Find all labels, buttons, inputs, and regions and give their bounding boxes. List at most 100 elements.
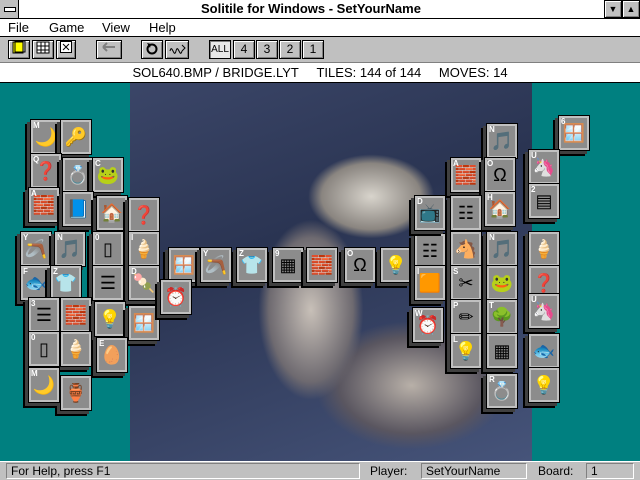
mahjong-tile[interactable]: 🎵 N [54, 231, 86, 267]
mahjong-tile[interactable]: 🍦 [528, 231, 560, 267]
mahjong-tile[interactable]: 🪟 [128, 305, 160, 341]
tile-letter: R [489, 375, 495, 384]
mahjong-tile[interactable]: ▦ 9 [272, 247, 304, 283]
system-menu-button[interactable] [0, 0, 19, 18]
close-board-button[interactable] [56, 40, 76, 59]
mahjong-tile[interactable]: 🧱 [306, 247, 338, 283]
filter-4-button[interactable]: 4 [233, 40, 255, 59]
mahjong-tile[interactable]: 💡 [380, 247, 412, 283]
mahjong-tile[interactable]: 🌙 M [30, 119, 62, 155]
mahjong-tile[interactable]: 🐟 F [20, 265, 52, 301]
mahjong-tile[interactable]: 🐴 [450, 231, 482, 267]
tile-letter: O [487, 159, 494, 168]
tile-letter: L [453, 335, 458, 344]
mahjong-tile[interactable]: 👕 Z [50, 265, 82, 301]
filter-2-button[interactable]: 2 [279, 40, 301, 59]
tile-face-icon: 🍦 [63, 334, 89, 364]
tile-face-icon: ⏰ [163, 282, 189, 312]
tile-letter: E [99, 339, 105, 348]
filter-3-button[interactable]: 3 [256, 40, 278, 59]
tile-letter: Y [203, 249, 209, 258]
menu-file[interactable]: File [8, 20, 29, 35]
grid-button[interactable] [32, 40, 54, 59]
autoplay-button[interactable] [165, 40, 189, 59]
tile-letter: D [417, 197, 423, 206]
mahjong-tile[interactable]: ✂ S [450, 265, 482, 301]
player-label: Player: [370, 464, 408, 478]
mahjong-tile[interactable]: 🍦 I [128, 231, 160, 267]
mahjong-tile[interactable]: 🌙 M [28, 367, 60, 403]
undo-button[interactable] [96, 40, 122, 59]
mahjong-tile[interactable]: 🧱 [60, 297, 92, 333]
mahjong-tile[interactable]: 💍 [62, 157, 94, 193]
mahjong-tile[interactable]: ☰ 3 [28, 297, 60, 333]
mahjong-tile[interactable]: 🐸 [486, 265, 518, 301]
mahjong-tile[interactable]: 🪟 [168, 247, 200, 283]
mahjong-tile[interactable]: 🦄 U [528, 149, 560, 185]
mahjong-tile[interactable]: ☷ [450, 195, 482, 231]
mahjong-tile[interactable]: 💡 [94, 301, 126, 337]
mahjong-tile[interactable]: 🪃 Y [20, 231, 52, 267]
tile-letter: I [417, 267, 420, 276]
mahjong-tile[interactable]: 🦄 U [528, 293, 560, 329]
mahjong-tile[interactable]: ⏰ [160, 279, 192, 315]
mahjong-tile[interactable]: 🏠 [96, 195, 128, 231]
tile-letter: H [487, 193, 493, 202]
mahjong-tile[interactable]: ☷ [414, 233, 446, 269]
mahjong-tile[interactable]: 🍡 D [128, 265, 160, 301]
maximize-button[interactable]: ▲ [622, 0, 640, 18]
tile-letter: 9 [275, 249, 280, 258]
mahjong-tile[interactable]: 🎵 N [486, 231, 518, 267]
mahjong-tile[interactable]: ☰ [92, 265, 124, 301]
tile-letter: M [33, 121, 40, 130]
mahjong-tile[interactable]: ΩO [344, 247, 376, 283]
mahjong-tile[interactable]: 🍦 [60, 331, 92, 367]
filter-1-button[interactable]: 1 [302, 40, 324, 59]
mahjong-tile[interactable]: 🌳 T [486, 299, 518, 335]
menu-view[interactable]: View [102, 20, 130, 35]
game-info-bar: SOL640.BMP / BRIDGE.LYT TILES: 144 of 14… [0, 63, 640, 83]
new-game-button[interactable] [8, 40, 30, 59]
menu-game[interactable]: Game [49, 20, 84, 35]
mahjong-tile[interactable]: 🟧 I [414, 265, 446, 301]
mahjong-tile[interactable]: 🧱 A [28, 187, 60, 223]
mahjong-tile[interactable]: 🐟 [528, 333, 560, 369]
layout-files: SOL640.BMP / BRIDGE.LYT [132, 65, 299, 80]
mahjong-tile[interactable]: 🧱 A [450, 157, 482, 193]
restart-button[interactable] [141, 40, 163, 59]
mahjong-tile[interactable]: ▯ 0 [92, 231, 124, 267]
tile-letter: N [57, 233, 63, 242]
game-board[interactable]: 🌙 M 🔑 ❓ Q 💍 🐸 C 🧱 A 📘 🏠 ❓ 🪃 Y 🎵 N ▯ 0 🍦 I 🐟 F 👕 Z ☰ 🍡 D 🧱 💡 🪟 ☰ 3 🍦 🥚 E ▯ 0 🏺 🌙… [0, 83, 640, 461]
refresh-icon [146, 43, 158, 55]
mahjong-tile[interactable]: 🎵 N [486, 123, 518, 159]
filter-all-button[interactable]: ALL [209, 40, 231, 59]
mahjong-tile[interactable]: ✏ P [450, 299, 482, 335]
minimize-button[interactable]: ▼ [604, 0, 622, 18]
mahjong-tile[interactable]: 🪃 Y [200, 247, 232, 283]
tile-letter: S [453, 267, 459, 276]
mahjong-tile[interactable]: 🏺 [60, 375, 92, 411]
mahjong-tile[interactable]: 🐸 C [92, 157, 124, 193]
mahjong-tile[interactable]: 📺 D [414, 195, 446, 231]
mahjong-tile[interactable]: 🪟 6 [558, 115, 590, 151]
tile-letter: W [415, 309, 423, 318]
mahjong-tile[interactable]: 💍 R [486, 373, 518, 409]
mahjong-tile[interactable]: 💡 [528, 367, 560, 403]
mahjong-tile[interactable]: 📘 [62, 191, 94, 227]
mahjong-tile[interactable]: 👕 Z [236, 247, 268, 283]
tile-letter: I [131, 233, 134, 242]
mahjong-tile[interactable]: 🥚 E [96, 337, 128, 373]
window-title: Solitile for Windows - SetYourName [201, 1, 421, 16]
mahjong-tile[interactable]: ▯ 0 [28, 331, 60, 367]
tile-face-icon: 🪟 [171, 250, 197, 280]
mahjong-tile[interactable]: ❓ Q [30, 153, 62, 189]
mahjong-tile[interactable]: ❓ [128, 197, 160, 233]
mahjong-tile[interactable]: ▤ 2 [528, 183, 560, 219]
mahjong-tile[interactable]: ⏰ W [412, 307, 444, 343]
mahjong-tile[interactable]: 🔑 [60, 119, 92, 155]
menu-help[interactable]: Help [149, 20, 176, 35]
mahjong-tile[interactable]: ▦ [486, 333, 518, 369]
mahjong-tile[interactable]: 🏠 H [484, 191, 516, 227]
mahjong-tile[interactable]: 💡 L [450, 333, 482, 369]
mahjong-tile[interactable]: ΩO [484, 157, 516, 193]
